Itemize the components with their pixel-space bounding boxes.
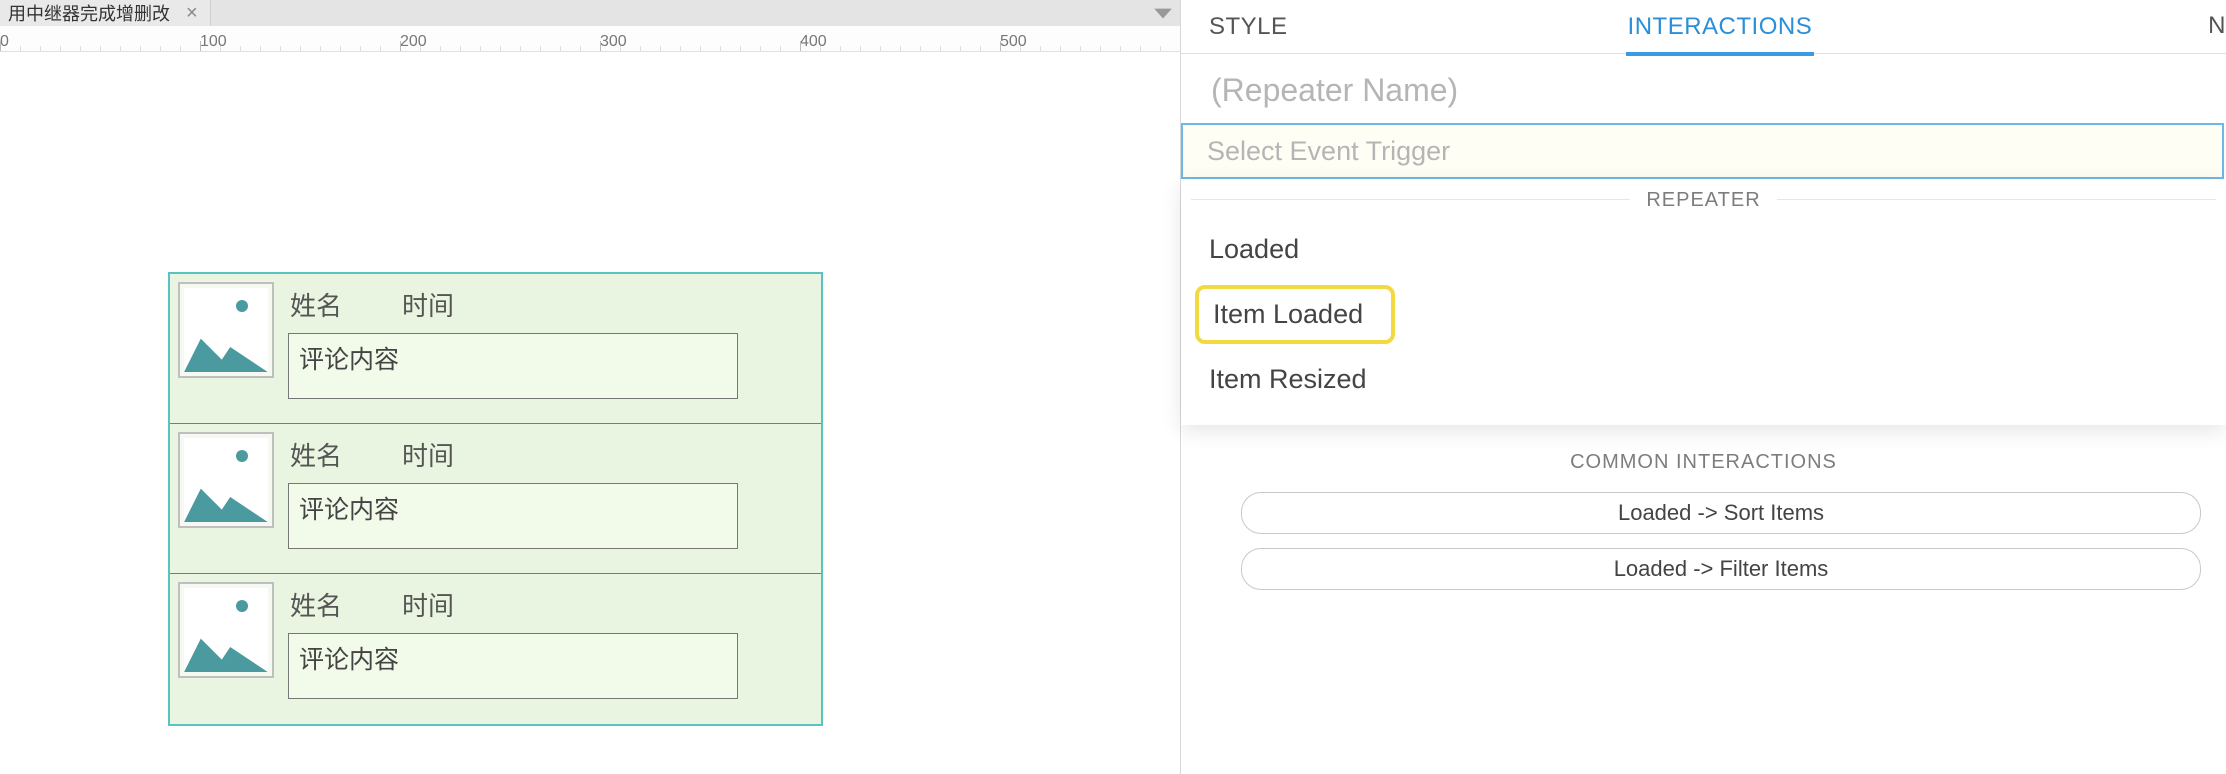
mountain-icon bbox=[184, 326, 268, 372]
image-placeholder[interactable] bbox=[178, 582, 274, 678]
image-placeholder-icon bbox=[236, 450, 248, 462]
comment-field[interactable]: 评论内容 bbox=[288, 633, 738, 699]
repeater-row[interactable]: 姓名 时间 评论内容 bbox=[170, 574, 821, 724]
inspector-panel: STYLE INTERACTIONS N (Repeater Name) Sel… bbox=[1180, 0, 2226, 774]
close-icon[interactable]: × bbox=[180, 2, 204, 25]
event-dropdown: REPEATER Loaded Item Loaded Item Resized bbox=[1181, 179, 2226, 425]
event-option-loaded[interactable]: Loaded bbox=[1181, 218, 2226, 281]
ruler-mark: 0 bbox=[0, 33, 9, 51]
repeater-row-content: 姓名 时间 评论内容 bbox=[284, 580, 813, 699]
image-placeholder-icon bbox=[236, 300, 248, 312]
document-tab-bar: 用中继器完成增删改 × bbox=[0, 0, 1180, 26]
time-label: 时间 bbox=[402, 436, 454, 473]
dropdown-section-repeater: REPEATER bbox=[1181, 179, 2226, 218]
repeater-row-content: 姓名 时间 评论内容 bbox=[284, 430, 813, 549]
image-placeholder[interactable] bbox=[178, 282, 274, 378]
ruler-mark: 300 bbox=[600, 33, 627, 51]
ruler-mark: 500 bbox=[1000, 33, 1027, 51]
event-trigger-placeholder: Select Event Trigger bbox=[1207, 136, 1450, 167]
tab-style[interactable]: STYLE bbox=[1209, 13, 1288, 41]
name-label: 姓名 bbox=[290, 586, 342, 623]
time-label: 时间 bbox=[402, 286, 454, 323]
image-placeholder-icon bbox=[236, 600, 248, 612]
image-placeholder[interactable] bbox=[178, 432, 274, 528]
name-label: 姓名 bbox=[290, 286, 342, 323]
repeater-row[interactable]: 姓名 时间 评论内容 bbox=[170, 274, 821, 424]
event-option-item-resized[interactable]: Item Resized bbox=[1181, 348, 2226, 411]
event-trigger-select[interactable]: Select Event Trigger bbox=[1181, 123, 2224, 179]
repeater-row[interactable]: 姓名 时间 评论内容 bbox=[170, 424, 821, 574]
ruler-mark: 200 bbox=[400, 33, 427, 51]
inspector-tabs: STYLE INTERACTIONS N bbox=[1181, 0, 2226, 54]
common-interactions-section: COMMON INTERACTIONS Loaded -> Sort Items… bbox=[1181, 425, 2226, 590]
horizontal-ruler: 0 100 200 300 400 500 bbox=[0, 26, 1180, 52]
comment-field[interactable]: 评论内容 bbox=[288, 333, 738, 399]
mountain-icon bbox=[184, 476, 268, 522]
common-loaded-sort-button[interactable]: Loaded -> Sort Items bbox=[1241, 492, 2201, 534]
canvas-area: 用中继器完成增删改 × 0 100 200 300 400 500 bbox=[0, 0, 1180, 774]
document-tab[interactable]: 用中继器完成增删改 × bbox=[0, 0, 211, 26]
widget-name-placeholder[interactable]: (Repeater Name) bbox=[1181, 54, 2226, 123]
name-label: 姓名 bbox=[290, 436, 342, 473]
comment-field[interactable]: 评论内容 bbox=[288, 483, 738, 549]
common-loaded-filter-button[interactable]: Loaded -> Filter Items bbox=[1241, 548, 2201, 590]
ruler-mark: 100 bbox=[200, 33, 227, 51]
tab-interactions[interactable]: INTERACTIONS bbox=[1628, 13, 1813, 41]
tab-notes-partial[interactable]: N bbox=[2208, 12, 2226, 40]
ruler-mark: 400 bbox=[800, 33, 827, 51]
tab-overflow-dropdown-icon[interactable] bbox=[1152, 4, 1174, 27]
mountain-icon bbox=[184, 626, 268, 672]
repeater-row-content: 姓名 时间 评论内容 bbox=[284, 280, 813, 399]
document-tab-title: 用中继器完成增删改 bbox=[8, 0, 170, 26]
event-option-item-loaded[interactable]: Item Loaded bbox=[1195, 285, 1395, 344]
time-label: 时间 bbox=[402, 586, 454, 623]
repeater-widget[interactable]: 姓名 时间 评论内容 姓名 时间 评论内容 bbox=[168, 272, 823, 726]
common-interactions-label: COMMON INTERACTIONS bbox=[1181, 451, 2226, 474]
